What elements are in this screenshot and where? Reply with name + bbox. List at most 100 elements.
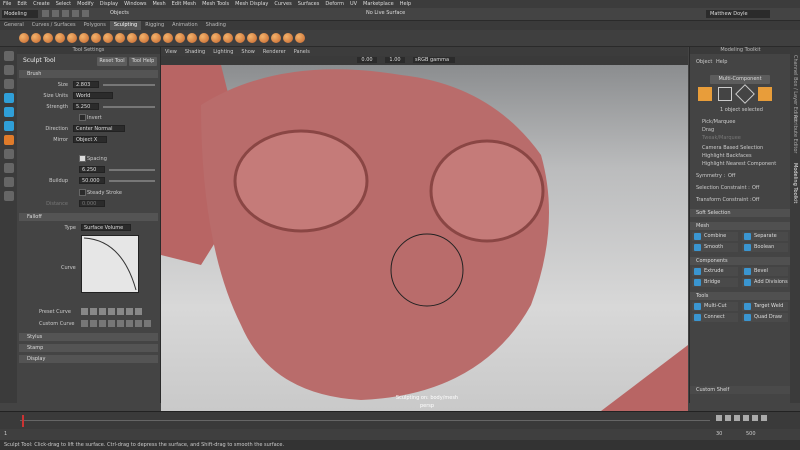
menu-help[interactable]: Help bbox=[400, 1, 411, 7]
add-divisions-button[interactable]: Add Divisions bbox=[742, 278, 788, 287]
components-section[interactable]: Components bbox=[690, 257, 791, 265]
symmetry-dropdown[interactable]: Off bbox=[728, 173, 735, 179]
preset-curve-3[interactable] bbox=[99, 308, 106, 315]
falloff-type-dropdown[interactable]: Surface Volume bbox=[81, 224, 131, 231]
lasso-tool-icon[interactable] bbox=[3, 65, 14, 75]
tools-section[interactable]: Tools bbox=[690, 292, 791, 300]
vertex-mode-icon[interactable] bbox=[718, 87, 732, 101]
preset-curve-2[interactable] bbox=[90, 308, 97, 315]
custom-curve-5[interactable] bbox=[117, 320, 124, 327]
size-slider[interactable] bbox=[103, 84, 155, 86]
time-slider[interactable] bbox=[0, 411, 800, 430]
shelf-tab-animation[interactable]: Animation bbox=[168, 21, 202, 30]
option-tweak-marquee[interactable]: Tweak/Marquee bbox=[702, 135, 741, 141]
relax-brush-icon[interactable] bbox=[43, 33, 53, 43]
imprint-brush-icon[interactable] bbox=[127, 33, 137, 43]
bevel-button[interactable]: Bevel bbox=[742, 267, 788, 276]
strength-field[interactable]: 5.250 bbox=[73, 103, 99, 110]
combine-button[interactable]: Combine bbox=[692, 232, 738, 241]
brush-section[interactable]: Brush bbox=[19, 70, 158, 78]
bridge-button[interactable]: Bridge bbox=[692, 278, 738, 287]
open-scene-icon[interactable] bbox=[52, 10, 59, 17]
shelf-tab-polygons[interactable]: Polygons bbox=[80, 21, 110, 30]
undo-icon[interactable] bbox=[72, 10, 79, 17]
viewport-3d[interactable]: Sculpting on: body/mesh persp bbox=[161, 65, 688, 411]
viewport-menu-panels[interactable]: Panels bbox=[294, 49, 310, 55]
live-surface-label[interactable]: No Live Surface bbox=[366, 10, 405, 16]
scrape-brush-icon[interactable] bbox=[151, 33, 161, 43]
outliner-icon[interactable] bbox=[3, 191, 14, 201]
grab-brush-icon[interactable] bbox=[55, 33, 65, 43]
shelf-tab-sculpting[interactable]: Sculpting bbox=[109, 21, 142, 30]
clone-brush-icon[interactable] bbox=[247, 33, 257, 43]
stamp-icon[interactable] bbox=[283, 33, 293, 43]
menu-mesh-tools[interactable]: Mesh Tools bbox=[202, 1, 229, 7]
menu-file[interactable]: File bbox=[3, 1, 11, 7]
strength-slider[interactable] bbox=[103, 106, 155, 108]
tool-help-button[interactable]: Tool Help bbox=[129, 57, 157, 66]
select-tool-icon[interactable] bbox=[3, 51, 14, 61]
menu-deform[interactable]: Deform bbox=[325, 1, 344, 7]
buildup-field[interactable]: 50.000 bbox=[79, 177, 105, 184]
new-scene-icon[interactable] bbox=[42, 10, 49, 17]
attribute-editor-tab[interactable]: Attribute Editor bbox=[792, 115, 798, 153]
steady-stroke-checkbox[interactable] bbox=[79, 189, 86, 196]
menu-create[interactable]: Create bbox=[33, 1, 50, 7]
menu-modify[interactable]: Modify bbox=[77, 1, 94, 7]
quad-draw-button[interactable]: Quad Draw bbox=[742, 313, 788, 322]
custom-curve-4[interactable] bbox=[108, 320, 115, 327]
foamy-brush-icon[interactable] bbox=[91, 33, 101, 43]
custom-curve-1[interactable] bbox=[81, 320, 88, 327]
modeling-toolkit-tab[interactable]: Modeling Toolkit bbox=[792, 163, 798, 203]
viewport-menu-view[interactable]: View bbox=[165, 49, 177, 55]
paint-select-icon[interactable] bbox=[3, 79, 14, 89]
mesh-section[interactable]: Mesh bbox=[690, 222, 791, 230]
buildup-slider[interactable] bbox=[109, 180, 155, 182]
redo-icon[interactable] bbox=[82, 10, 89, 17]
reset-tool-button[interactable]: Reset Tool bbox=[97, 57, 127, 66]
bulge-brush-icon[interactable] bbox=[199, 33, 209, 43]
distance-field[interactable]: 0.000 bbox=[79, 200, 105, 207]
menu-windows[interactable]: Windows bbox=[124, 1, 146, 7]
menu-mesh-display[interactable]: Mesh Display bbox=[235, 1, 268, 7]
gamma-field[interactable]: 1.00 bbox=[385, 57, 405, 63]
selection-constraint-dropdown[interactable]: Off bbox=[752, 185, 759, 191]
play-back-icon[interactable] bbox=[734, 415, 740, 421]
viewport-menu-shading[interactable]: Shading bbox=[185, 49, 205, 55]
wax-brush-icon[interactable] bbox=[139, 33, 149, 43]
flatten-brush-icon[interactable] bbox=[79, 33, 89, 43]
sculpt-brush-icon[interactable] bbox=[19, 33, 29, 43]
size-units-dropdown[interactable]: World bbox=[73, 92, 113, 99]
stamp-section[interactable]: Stamp bbox=[19, 344, 158, 352]
preset-curve-4[interactable] bbox=[108, 308, 115, 315]
repeat-brush-icon[interactable] bbox=[115, 33, 125, 43]
spacing-checkbox[interactable] bbox=[79, 155, 86, 162]
move-tool-icon[interactable] bbox=[3, 93, 14, 103]
preset-curve-6[interactable] bbox=[126, 308, 133, 315]
multi-component-button[interactable]: Multi-Component bbox=[710, 75, 770, 84]
sculpt-tool-icon[interactable] bbox=[3, 135, 14, 145]
layout-side-icon[interactable] bbox=[3, 177, 14, 187]
custom-curve-2[interactable] bbox=[90, 320, 97, 327]
menu-display[interactable]: Display bbox=[100, 1, 118, 7]
animation-end-field[interactable]: 500 bbox=[746, 431, 756, 437]
preset-curve-5[interactable] bbox=[117, 308, 124, 315]
play-forward-icon[interactable] bbox=[743, 415, 749, 421]
viewport-menu-renderer[interactable]: Renderer bbox=[263, 49, 286, 55]
extrude-button[interactable]: Extrude bbox=[692, 267, 738, 276]
menu-select[interactable]: Select bbox=[56, 1, 71, 7]
mirror-dropdown[interactable]: Object X bbox=[73, 136, 107, 143]
stylus-section[interactable]: Stylus bbox=[19, 333, 158, 341]
menu-mesh[interactable]: Mesh bbox=[152, 1, 165, 7]
shelf-tab-general[interactable]: General bbox=[0, 21, 28, 30]
mask-brush-icon[interactable] bbox=[235, 33, 245, 43]
custom-curve-3[interactable] bbox=[99, 320, 106, 327]
option-drag[interactable]: Drag bbox=[702, 127, 714, 133]
knife-brush-icon[interactable] bbox=[175, 33, 185, 43]
separate-button[interactable]: Separate bbox=[742, 232, 788, 241]
object-mode-icon[interactable] bbox=[698, 87, 712, 101]
display-section[interactable]: Display bbox=[19, 355, 158, 363]
viewport-menu-show[interactable]: Show bbox=[241, 49, 255, 55]
save-scene-icon[interactable] bbox=[62, 10, 69, 17]
convert-freeze-icon[interactable] bbox=[271, 33, 281, 43]
